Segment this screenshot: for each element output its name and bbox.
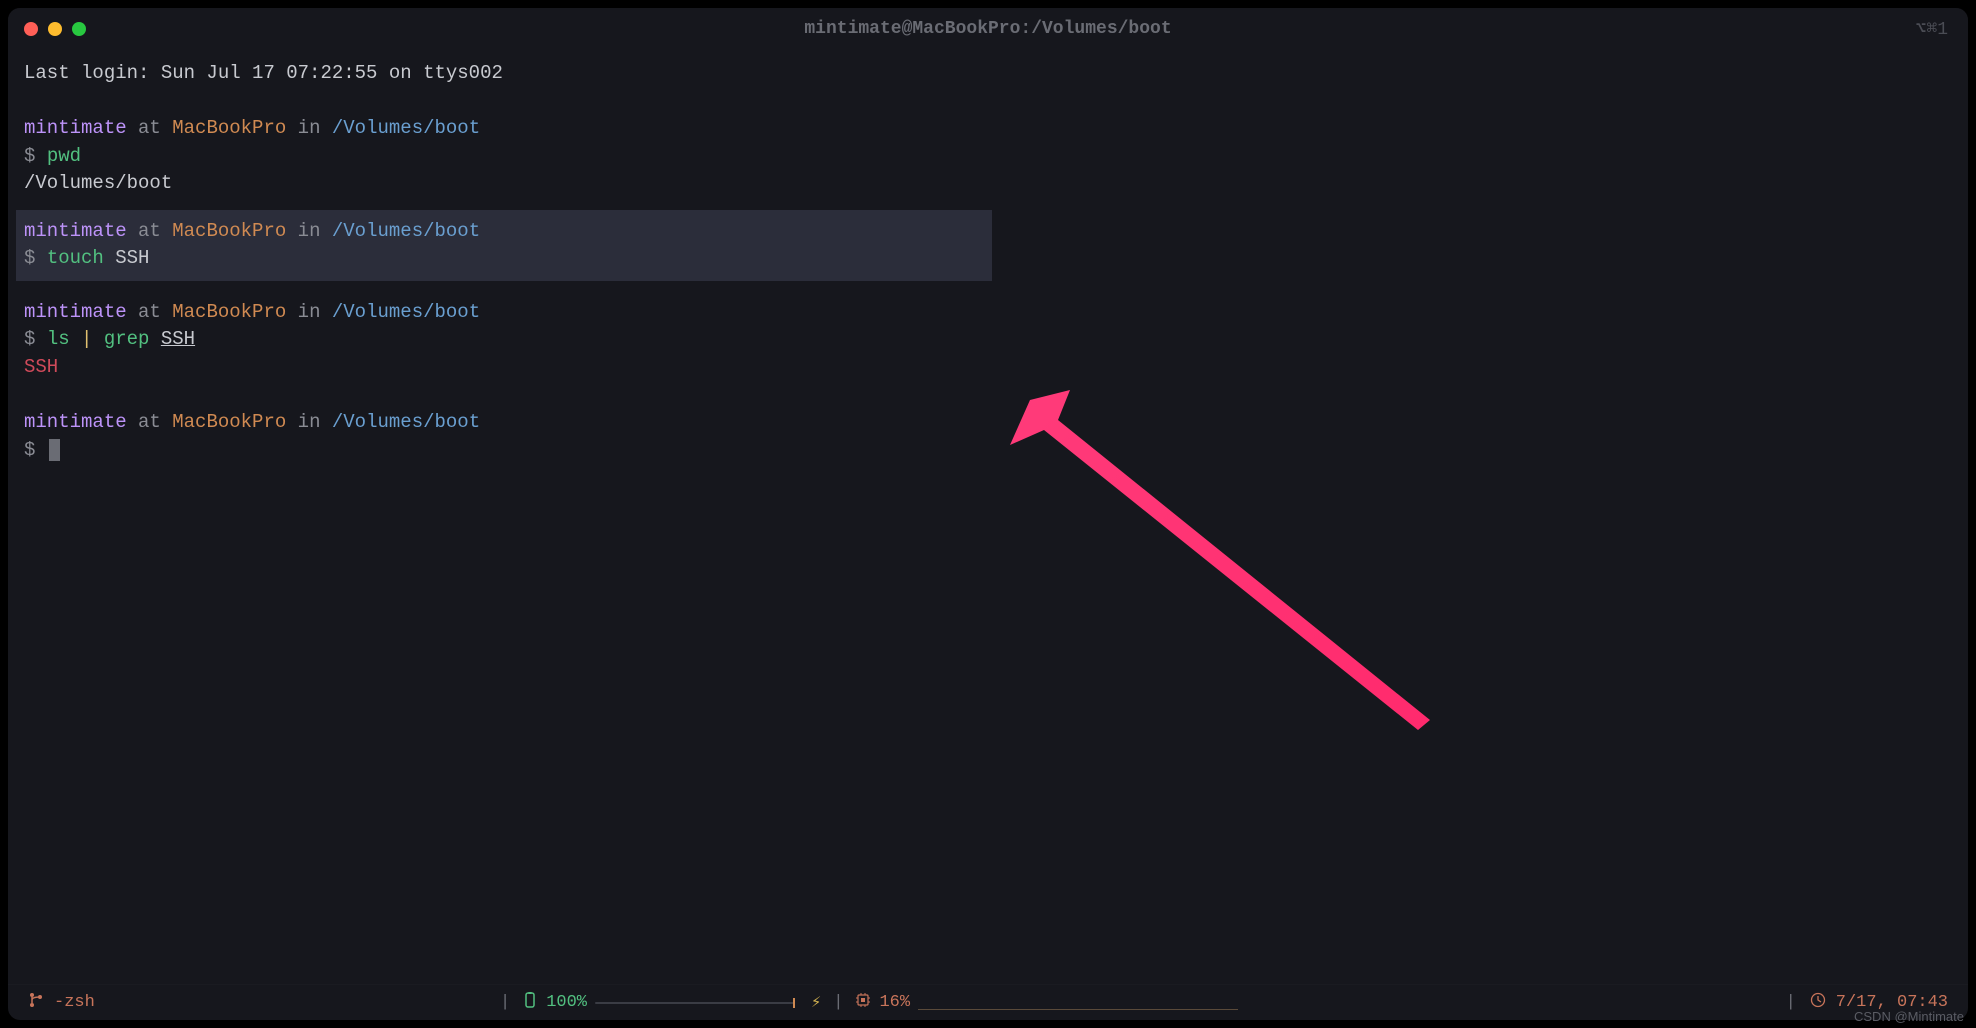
bolt-icon: ⚡ bbox=[811, 992, 821, 1013]
prompt-at: at bbox=[127, 301, 173, 323]
prompt-line: mintimate at MacBookPro in /Volumes/boot bbox=[24, 115, 1952, 143]
command-pwd: pwd bbox=[47, 145, 81, 167]
prompt-symbol: $ bbox=[24, 328, 35, 350]
prompt-in: in bbox=[286, 117, 332, 139]
command-line: $ pwd bbox=[24, 143, 1952, 171]
prompt-user: mintimate bbox=[24, 301, 127, 323]
branch-icon bbox=[28, 992, 44, 1014]
status-separator: | bbox=[833, 993, 843, 1012]
command-pipe: | bbox=[81, 328, 92, 350]
prompt-line: mintimate at MacBookPro in /Volumes/boot bbox=[24, 299, 1952, 327]
cpu-percent: 16% bbox=[879, 993, 910, 1012]
prompt-path: /Volumes/boot bbox=[332, 411, 480, 433]
command-grep: grep bbox=[104, 328, 150, 350]
prompt-host: MacBookPro bbox=[172, 117, 286, 139]
command-line: $ touch SSH bbox=[24, 245, 992, 273]
window-shortcut: ⌥⌘1 bbox=[1916, 18, 1948, 40]
terminal-window: mintimate@MacBookPro:/Volumes/boot ⌥⌘1 L… bbox=[8, 8, 1968, 1020]
prompt-path: /Volumes/boot bbox=[332, 220, 480, 242]
last-login-line: Last login: Sun Jul 17 07:22:55 on ttys0… bbox=[24, 60, 1952, 88]
prompt-symbol: $ bbox=[24, 247, 35, 269]
close-button[interactable] bbox=[24, 22, 38, 36]
command-grep-arg: SSH bbox=[161, 328, 195, 350]
cpu-graph bbox=[918, 996, 1238, 1010]
title-bar: mintimate@MacBookPro:/Volumes/boot ⌥⌘1 bbox=[8, 8, 1968, 50]
terminal-content[interactable]: Last login: Sun Jul 17 07:22:55 on ttys0… bbox=[8, 50, 1968, 984]
prompt-line: mintimate at MacBookPro in /Volumes/boot bbox=[24, 218, 992, 246]
cursor bbox=[49, 439, 60, 461]
battery-status: 100% bbox=[522, 992, 587, 1014]
battery-icon bbox=[522, 992, 538, 1014]
prompt-path: /Volumes/boot bbox=[332, 117, 480, 139]
watermark: CSDN @Mintimate bbox=[1854, 1009, 1964, 1024]
highlighted-command-block: mintimate at MacBookPro in /Volumes/boot… bbox=[16, 210, 992, 281]
command-line: $ ls | grep SSH bbox=[24, 326, 1952, 354]
command-touch: touch bbox=[47, 247, 104, 269]
prompt-symbol: $ bbox=[24, 439, 35, 461]
status-bar: -zsh | 100% ⚡ | 16% | 7/17, 07:43 bbox=[8, 984, 1968, 1020]
prompt-symbol: $ bbox=[24, 145, 35, 167]
command-line-cursor[interactable]: $ bbox=[24, 437, 1952, 465]
minimize-button[interactable] bbox=[48, 22, 62, 36]
prompt-host: MacBookPro bbox=[172, 220, 286, 242]
prompt-host: MacBookPro bbox=[172, 411, 286, 433]
prompt-host: MacBookPro bbox=[172, 301, 286, 323]
prompt-user: mintimate bbox=[24, 220, 127, 242]
status-slider bbox=[595, 1002, 795, 1004]
status-separator: | bbox=[500, 993, 510, 1012]
command-ls: ls bbox=[47, 328, 70, 350]
command-touch-arg: SSH bbox=[115, 247, 149, 269]
prompt-in: in bbox=[286, 411, 332, 433]
prompt-at: at bbox=[127, 411, 173, 433]
output-grep: SSH bbox=[24, 354, 1952, 382]
window-title: mintimate@MacBookPro:/Volumes/boot bbox=[804, 19, 1171, 39]
prompt-at: at bbox=[127, 220, 173, 242]
prompt-in: in bbox=[286, 220, 332, 242]
prompt-in: in bbox=[286, 301, 332, 323]
maximize-button[interactable] bbox=[72, 22, 86, 36]
cpu-status: 16% bbox=[855, 992, 910, 1014]
prompt-user: mintimate bbox=[24, 411, 127, 433]
prompt-path: /Volumes/boot bbox=[332, 301, 480, 323]
prompt-line: mintimate at MacBookPro in /Volumes/boot bbox=[24, 409, 1952, 437]
battery-percent: 100% bbox=[546, 993, 587, 1012]
output-pwd: /Volumes/boot bbox=[24, 170, 1952, 198]
status-shell: -zsh bbox=[54, 993, 95, 1012]
chip-icon bbox=[855, 992, 871, 1014]
status-separator: | bbox=[1786, 993, 1796, 1012]
prompt-at: at bbox=[127, 117, 173, 139]
traffic-lights bbox=[24, 22, 86, 36]
clock-icon bbox=[1810, 992, 1826, 1014]
prompt-user: mintimate bbox=[24, 117, 127, 139]
